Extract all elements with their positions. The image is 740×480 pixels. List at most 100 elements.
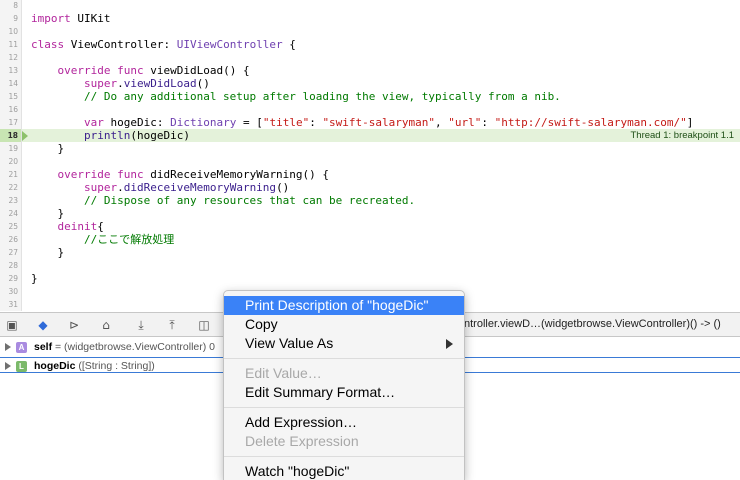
- code-token: (): [276, 181, 290, 194]
- menu-item[interactable]: Print Description of "hogeDic": [224, 296, 464, 315]
- line-number[interactable]: 16: [0, 103, 22, 116]
- code-text: super.didReceiveMemoryWarning(): [31, 181, 289, 194]
- code-line[interactable]: 21 override func didReceiveMemoryWarning…: [0, 168, 740, 181]
- line-number[interactable]: 27: [0, 246, 22, 259]
- code-line[interactable]: 27 }: [0, 246, 740, 259]
- code-line[interactable]: 29}: [0, 272, 740, 285]
- line-number[interactable]: 29: [0, 272, 22, 285]
- line-number[interactable]: 22: [0, 181, 22, 194]
- code-token: }: [31, 207, 65, 220]
- code-text: super.viewDidLoad(): [31, 77, 210, 90]
- code-line[interactable]: 28: [0, 259, 740, 272]
- code-text: }: [31, 142, 64, 155]
- line-number[interactable]: 18: [0, 129, 22, 142]
- code-token: var: [83, 116, 104, 129]
- code-line[interactable]: 12: [0, 51, 740, 64]
- disclosure-triangle-icon[interactable]: [5, 343, 11, 351]
- code-token: didReceiveMemoryWarning: [123, 181, 277, 194]
- menu-item: Edit Value…: [224, 364, 464, 383]
- menu-item-label: Copy: [245, 316, 278, 332]
- line-number[interactable]: 12: [0, 51, 22, 64]
- code-token: println: [83, 129, 131, 142]
- view-hierarchy-icon[interactable]: ◫: [196, 318, 212, 332]
- line-number[interactable]: 8: [0, 0, 22, 12]
- code-token: "url": [448, 116, 482, 129]
- code-token: :: [481, 116, 495, 129]
- code-token: UIKit: [70, 12, 111, 25]
- code-token: {: [282, 38, 296, 51]
- continue-icon[interactable]: ⊳: [66, 318, 82, 332]
- code-line[interactable]: 16: [0, 103, 740, 116]
- code-text: }: [31, 272, 38, 285]
- step-into-icon[interactable]: ⤓: [133, 318, 149, 332]
- line-number[interactable]: 30: [0, 285, 22, 298]
- line-number[interactable]: 26: [0, 233, 22, 246]
- menu-item[interactable]: Edit Summary Format…: [224, 383, 464, 402]
- menu-item[interactable]: Copy: [224, 315, 464, 334]
- code-line[interactable]: 10: [0, 25, 740, 38]
- code-token: ]: [686, 116, 694, 129]
- code-line[interactable]: 25 deinit{: [0, 220, 740, 233]
- menu-item[interactable]: Watch "hogeDic": [224, 462, 464, 480]
- menu-item-label: Edit Value…: [245, 365, 322, 381]
- line-number[interactable]: 11: [0, 38, 22, 51]
- code-line[interactable]: 13 override func viewDidLoad() {: [0, 64, 740, 77]
- code-line[interactable]: 11 class ViewController: UIViewController…: [0, 38, 740, 51]
- line-number[interactable]: 10: [0, 25, 22, 38]
- code-token: (hogeDic): [130, 129, 190, 142]
- variable-name-text: hogeDic: [34, 360, 76, 372]
- breakpoints-toggle-icon[interactable]: ◆: [35, 318, 51, 332]
- code-token: "swift-salaryman": [322, 116, 436, 129]
- code-token: class: [31, 38, 65, 51]
- line-number[interactable]: 15: [0, 90, 22, 103]
- code-text: }: [31, 207, 64, 220]
- line-number[interactable]: 31: [0, 298, 22, 311]
- code-line[interactable]: 26 //ここで解放処理: [0, 233, 740, 246]
- line-number[interactable]: 14: [0, 77, 22, 90]
- line-number[interactable]: 13: [0, 64, 22, 77]
- stack-frame-path[interactable]: ntroller.viewD…(widgetbrowse.ViewControl…: [464, 318, 721, 330]
- line-number[interactable]: 17: [0, 116, 22, 129]
- code-line[interactable]: 15 // Do any additional setup after load…: [0, 90, 740, 103]
- menu-item-label: Delete Expression: [245, 433, 359, 449]
- code-text: var hogeDic: Dictionary = ["title": "swi…: [31, 116, 693, 129]
- menu-item[interactable]: Add Expression…: [224, 413, 464, 432]
- current-line[interactable]: 18 Thread 1: breakpoint 1.1 println(hogeD…: [0, 129, 740, 142]
- hide-debug-area-icon[interactable]: ▣: [4, 318, 20, 332]
- code-line[interactable]: 17 var hogeDic: Dictionary = ["title": "…: [0, 116, 740, 129]
- code-editor[interactable]: 8 9 import UIKit 10 11 class ViewController: …: [0, 0, 740, 311]
- disclosure-triangle-icon[interactable]: [5, 362, 11, 370]
- line-number[interactable]: 21: [0, 168, 22, 181]
- line-number[interactable]: 25: [0, 220, 22, 233]
- code-token: override: [57, 64, 111, 77]
- line-number[interactable]: 28: [0, 259, 22, 272]
- code-token: :: [309, 116, 323, 129]
- code-line[interactable]: 24 }: [0, 207, 740, 220]
- line-number[interactable]: 23: [0, 194, 22, 207]
- code-token: func: [117, 64, 144, 77]
- menu-item-label: Add Expression…: [245, 414, 358, 430]
- code-line[interactable]: 23 // Dispose of any resources that can …: [0, 194, 740, 207]
- line-number[interactable]: 24: [0, 207, 22, 220]
- line-number[interactable]: 9: [0, 12, 22, 25]
- code-line[interactable]: 20: [0, 155, 740, 168]
- code-line[interactable]: 19 }: [0, 142, 740, 155]
- code-token: ViewController:: [64, 38, 177, 51]
- menu-item[interactable]: View Value As: [224, 334, 464, 353]
- step-out-icon[interactable]: ⤒: [164, 318, 180, 332]
- code-line[interactable]: 14 super.viewDidLoad(): [0, 77, 740, 90]
- line-number[interactable]: 20: [0, 155, 22, 168]
- code-line[interactable]: 8: [0, 0, 740, 12]
- step-over-icon[interactable]: ⌂: [98, 318, 114, 332]
- submenu-arrow-icon: [446, 339, 453, 349]
- code-line[interactable]: 22 super.didReceiveMemoryWarning(): [0, 181, 740, 194]
- code-text: override func didReceiveMemoryWarning() …: [31, 168, 330, 181]
- code-line[interactable]: 9 import UIKit: [0, 12, 740, 25]
- line-number[interactable]: 19: [0, 142, 22, 155]
- breakpoint-indicator-icon[interactable]: [22, 131, 28, 141]
